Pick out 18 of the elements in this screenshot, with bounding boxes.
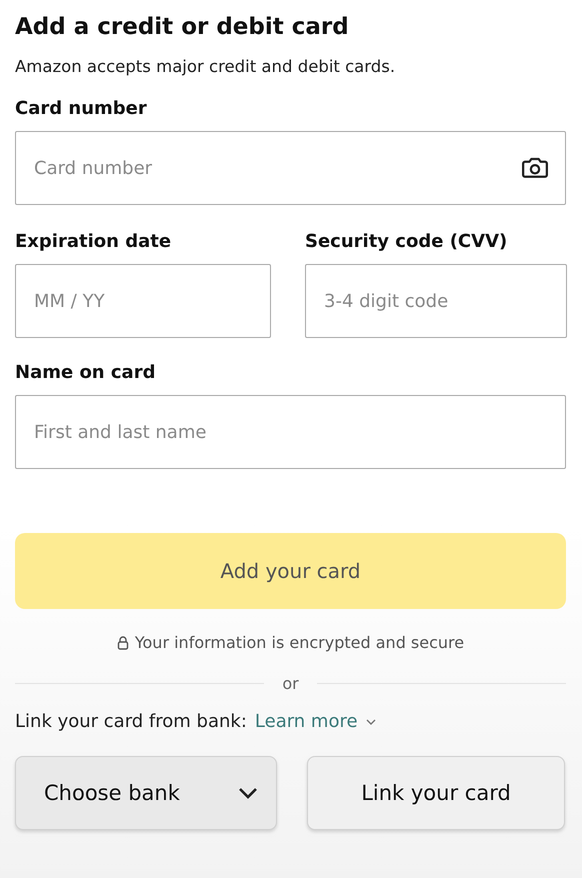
learn-more-link[interactable]: Learn more [254,711,358,732]
caret-icon[interactable] [238,787,258,799]
input-field[interactable]: First and last name [15,395,566,469]
field-label: Card number [15,98,148,120]
input-field[interactable]: 3-4 digit code [305,264,567,338]
subtitle: Amazon accepts major credit and debit cards. [15,56,396,78]
bank-dropdown[interactable]: Choose bank [15,756,277,830]
input-field[interactable]: Card number [15,131,566,205]
field-label: Name on card [15,362,156,384]
page-title: Add a credit or debit card [15,13,350,42]
security-note: Your information is encrypted and secure [134,633,464,652]
field-label: Expiration date [15,231,172,253]
lock-icon [116,636,129,650]
input-field[interactable]: MM / YY [15,264,271,338]
bank-prompt: Link your card from bank: [15,711,247,732]
divider-text: or [282,674,299,693]
link-card-button[interactable]: Link your card [307,756,565,830]
field-label: Security code (CVV) [305,231,508,253]
